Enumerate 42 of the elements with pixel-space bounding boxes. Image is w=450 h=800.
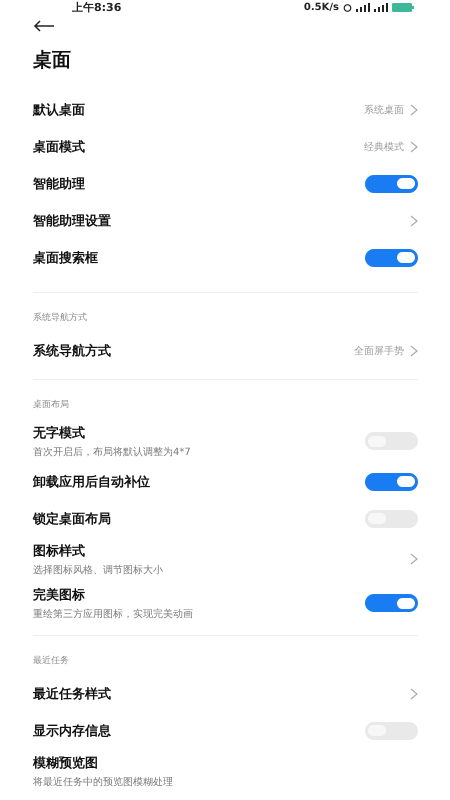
setting-description: 首次开启后，布局将默认调整为4*7 — [33, 446, 191, 458]
section-header: 系统导航方式 — [33, 312, 88, 324]
setting-description: 重绘第三方应用图标，实现完美动画 — [33, 608, 193, 620]
setting-label[interactable]: 智能助理 — [33, 174, 85, 192]
status-time: 上午8:36 — [72, 0, 122, 15]
setting-label[interactable]: 默认桌面 — [33, 100, 85, 118]
network-speed: 0.5K/s — [304, 2, 339, 13]
setting-label[interactable]: 智能助理设置 — [33, 212, 111, 230]
setting-label[interactable]: 锁定桌面布局 — [33, 510, 111, 528]
setting-description: 将最近任务中的预览图模糊处理 — [33, 776, 173, 788]
setting-label[interactable]: 系统导航方式 — [33, 342, 111, 360]
setting-description: 选择图标风格、调节图标大小 — [33, 564, 163, 576]
section-header: 桌面布局 — [33, 398, 70, 411]
toggle-switch[interactable] — [365, 594, 418, 612]
alarm-icon — [343, 3, 352, 12]
row-value: 经典模式 — [364, 140, 404, 154]
chevron-icon — [410, 344, 418, 356]
toggle-switch[interactable] — [365, 174, 418, 192]
chevron-icon — [410, 214, 418, 226]
setting-label[interactable]: 完美图标 — [33, 586, 193, 604]
section-header: 最近任务 — [33, 654, 70, 667]
toggle-switch[interactable] — [365, 472, 418, 490]
battery-icon — [392, 3, 414, 12]
setting-label[interactable]: 桌面搜索框 — [33, 248, 98, 266]
chevron-icon — [410, 140, 418, 152]
signal-icon — [374, 3, 388, 12]
toggle-switch[interactable] — [365, 248, 418, 266]
row-value: 系统桌面 — [364, 104, 404, 116]
row-value: 全面屏手势 — [354, 344, 404, 358]
chevron-icon — [410, 688, 418, 700]
page-title: 桌面 — [33, 48, 72, 73]
setting-label[interactable]: 无字模式 — [33, 424, 191, 442]
setting-label[interactable]: 图标样式 — [33, 542, 163, 560]
chevron-icon — [410, 553, 418, 565]
setting-label[interactable]: 桌面模式 — [33, 138, 85, 156]
signal-icon — [356, 3, 370, 12]
back-arrow-icon — [33, 20, 55, 32]
setting-label[interactable]: 显示内存信息 — [33, 722, 111, 740]
setting-label[interactable]: 模糊预览图 — [33, 754, 173, 772]
setting-label[interactable]: 最近任务样式 — [33, 684, 111, 702]
chevron-icon — [410, 104, 418, 116]
setting-label[interactable]: 卸载应用后自动补位 — [33, 472, 150, 490]
